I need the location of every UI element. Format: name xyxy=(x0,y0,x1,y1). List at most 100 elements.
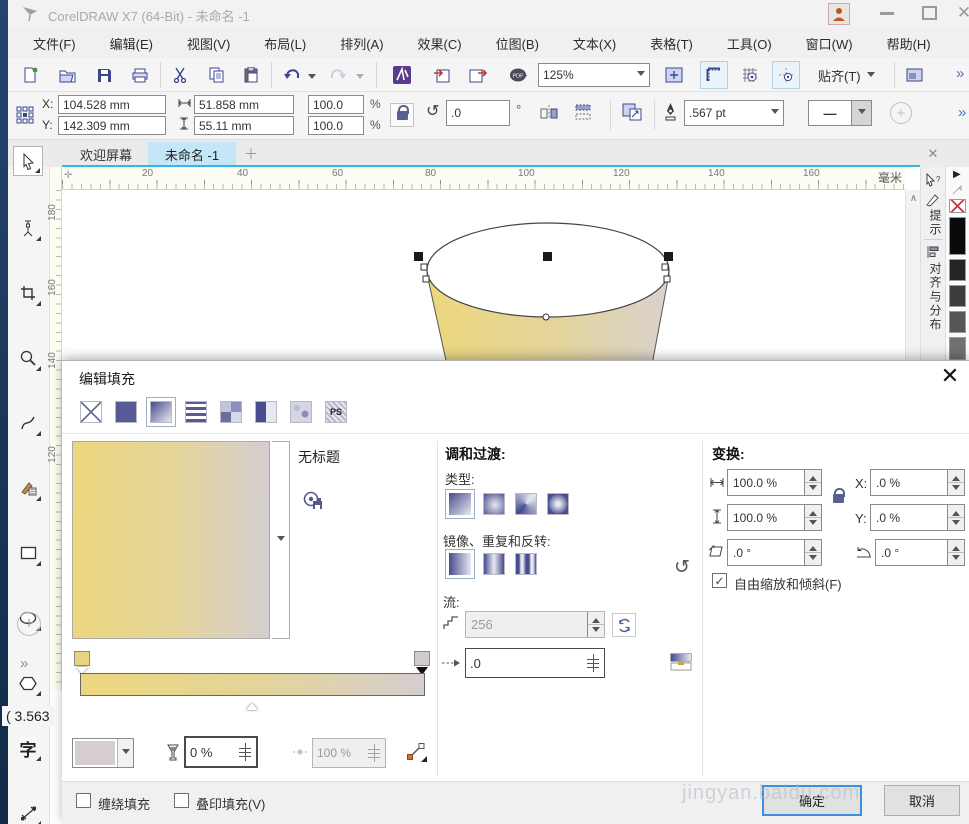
hints-docker-tab[interactable]: 提示 xyxy=(927,209,944,237)
zoom-tool-icon[interactable] xyxy=(13,343,43,373)
gradient-type-elliptical-button[interactable] xyxy=(483,493,505,515)
palette-collapse-icon[interactable]: ▶ xyxy=(953,169,961,180)
cancel-button[interactable]: 取消 xyxy=(884,785,960,816)
tab-untitled-1[interactable]: 未命名 -1 xyxy=(148,142,236,166)
fill-rotation-spinner[interactable] xyxy=(947,540,964,565)
show-grid-icon[interactable] xyxy=(736,61,764,89)
skew-input[interactable]: .0 ° xyxy=(727,539,822,566)
paste-icon[interactable] xyxy=(237,61,265,89)
repeat-tile-button[interactable] xyxy=(515,553,537,575)
new-tab-button[interactable]: ＋ xyxy=(240,144,262,164)
menu-help[interactable]: 帮助(H) xyxy=(870,28,948,58)
transform-y-spinner[interactable] xyxy=(947,505,964,530)
docker-help-pointer-icon[interactable]: ? xyxy=(925,173,941,189)
color-swatch-gray-90[interactable] xyxy=(949,259,966,281)
lock-ratio-button[interactable] xyxy=(390,103,414,127)
color-swatch-gray-80[interactable] xyxy=(949,285,966,307)
align-docker-icon[interactable] xyxy=(926,245,940,259)
text-tool-icon[interactable]: 字 xyxy=(13,733,43,763)
transform-height-spinner[interactable] xyxy=(804,505,821,530)
edge-pad-icon[interactable] xyxy=(670,653,692,671)
free-scale-checkbox[interactable]: ✓ xyxy=(712,573,727,588)
ok-button[interactable]: 确定 xyxy=(762,785,862,816)
reverse-fill-icon[interactable]: ↺ xyxy=(674,556,690,579)
mirror-vertical-icon[interactable] xyxy=(574,104,592,120)
freehand-tool-icon[interactable] xyxy=(13,408,43,438)
offset-spinner[interactable] xyxy=(586,654,600,672)
snap-to-dropdown[interactable]: 贴齐(T) xyxy=(818,66,875,85)
flow-steps-spinner[interactable] xyxy=(587,612,604,637)
x-position-input[interactable]: 104.528 mm xyxy=(58,95,166,114)
offset-input[interactable]: .0 xyxy=(465,648,605,678)
gradient-type-rectangular-button[interactable] xyxy=(547,493,569,515)
pdf-icon[interactable]: PDF xyxy=(504,61,532,89)
crop-tool-icon[interactable] xyxy=(13,278,43,308)
uniform-fill-button[interactable] xyxy=(115,401,137,423)
artistic-media-tool-icon[interactable] xyxy=(13,473,43,503)
vector-pattern-fill-button[interactable] xyxy=(185,401,207,423)
transform-y-input[interactable]: .0 % xyxy=(870,504,965,531)
maximize-button[interactable] xyxy=(922,6,937,20)
color-swatch-black[interactable] xyxy=(949,217,966,255)
stop-color-picker[interactable] xyxy=(72,738,134,768)
minimize-button[interactable] xyxy=(880,12,894,15)
menu-bitmaps[interactable]: 位图(B) xyxy=(479,28,556,58)
object-width-input[interactable]: 51.858 mm xyxy=(194,95,294,114)
menu-tools[interactable]: 工具(O) xyxy=(710,28,789,58)
cup-object[interactable] xyxy=(62,190,905,360)
shape-tool-icon[interactable] xyxy=(13,213,43,243)
gradient-end-stop[interactable] xyxy=(414,651,430,666)
menu-file[interactable]: 文件(F) xyxy=(16,28,93,58)
scroll-up-icon[interactable]: ∧ xyxy=(906,190,921,206)
gradient-midpoint-marker[interactable] xyxy=(246,697,258,710)
menu-text[interactable]: 文本(X) xyxy=(556,28,633,58)
export-icon[interactable] xyxy=(464,61,492,89)
print-icon[interactable] xyxy=(126,61,154,89)
menu-effects[interactable]: 效果(C) xyxy=(401,28,479,58)
open-icon[interactable] xyxy=(53,61,81,89)
outline-width-combobox[interactable]: .567 pt xyxy=(684,100,784,126)
undo-icon[interactable] xyxy=(278,61,306,89)
node-line-tool-icon[interactable] xyxy=(406,741,428,763)
transform-lock-icon[interactable] xyxy=(830,489,846,507)
flow-steps-lock-icon[interactable] xyxy=(612,613,636,637)
texture-fill-button[interactable] xyxy=(290,401,312,423)
vertical-ruler[interactable]: 180 160 140 120 xyxy=(50,167,62,690)
wrap-fill-checkbox[interactable] xyxy=(76,793,91,808)
overprint-fill-checkbox[interactable] xyxy=(174,793,189,808)
redo-icon[interactable] xyxy=(324,61,352,89)
transform-height-input[interactable]: 100.0 % xyxy=(727,504,822,531)
align-distribute-docker-tab[interactable]: 对齐与分布 xyxy=(927,262,944,332)
palette-eyedropper-icon[interactable] xyxy=(951,183,964,196)
gradient-type-linear-button[interactable] xyxy=(445,489,475,519)
rectangle-tool-icon[interactable] xyxy=(13,538,43,568)
cut-icon[interactable] xyxy=(166,61,194,89)
bitmap-pattern-fill-button[interactable] xyxy=(220,401,242,423)
no-color-swatch[interactable] xyxy=(949,199,966,213)
property-overflow-icon[interactable]: » xyxy=(958,104,966,121)
add-tool-button[interactable]: + xyxy=(17,612,41,636)
save-icon[interactable] xyxy=(90,61,118,89)
import-icon[interactable] xyxy=(428,61,456,89)
copy-icon[interactable] xyxy=(202,61,230,89)
transform-width-input[interactable]: 100.0 % xyxy=(727,469,822,496)
drawing-canvas[interactable] xyxy=(62,190,905,360)
user-account-icon[interactable] xyxy=(828,3,850,25)
tab-welcome-screen[interactable]: 欢迎屏幕 xyxy=(66,142,146,166)
menu-layout[interactable]: 布局(L) xyxy=(247,28,323,58)
show-rulers-icon[interactable] xyxy=(700,61,728,89)
gradient-type-conical-button[interactable] xyxy=(515,493,537,515)
close-document-icon[interactable]: ✕ xyxy=(923,144,943,164)
repeat-default-button[interactable] xyxy=(445,549,475,579)
toolbox-overflow-icon[interactable]: » xyxy=(20,655,28,672)
options-icon[interactable] xyxy=(900,61,928,89)
dimension-tool-icon[interactable] xyxy=(13,798,43,824)
application-launcher-icon[interactable] xyxy=(388,61,416,89)
scale-y-input[interactable]: 100.0 xyxy=(308,116,364,135)
gradient-strip[interactable] xyxy=(80,673,425,696)
menu-table[interactable]: 表格(T) xyxy=(633,28,710,58)
color-swatch-gray-60[interactable] xyxy=(949,337,966,360)
toolbar-overflow-icon[interactable]: » xyxy=(956,65,964,82)
rotation-input[interactable]: .0 xyxy=(446,100,510,126)
fill-picker-dropdown[interactable] xyxy=(272,441,290,639)
